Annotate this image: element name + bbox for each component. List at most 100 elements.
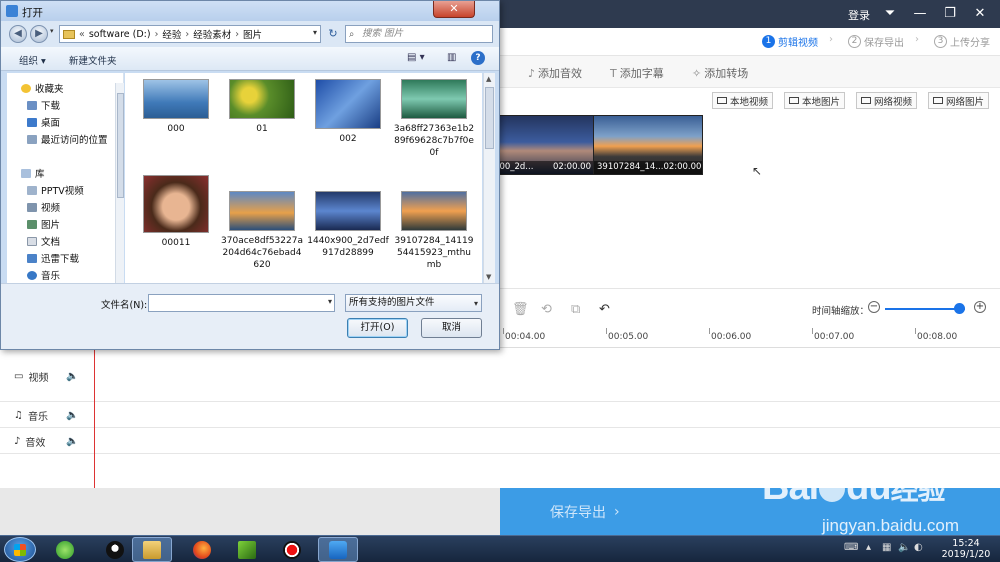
- recent-dropdown-icon[interactable]: ▾: [50, 27, 54, 35]
- navigation-scrollbar[interactable]: [115, 83, 124, 283]
- taskbar-app[interactable]: [182, 537, 222, 562]
- open-button[interactable]: 打开(O): [347, 318, 408, 338]
- chevron-down-icon[interactable]: ▾: [328, 297, 332, 306]
- media-thumb[interactable]: x900_2d... 02:00.00: [485, 115, 595, 175]
- breadcrumb-item[interactable]: software (D:): [89, 29, 151, 40]
- scrollbar-thumb[interactable]: [117, 93, 124, 198]
- undo-icon[interactable]: ↶: [599, 302, 610, 317]
- sound-effect-track[interactable]: ♪ 音效 🔈: [0, 428, 1000, 454]
- qq-icon: [106, 540, 124, 559]
- refresh-icon[interactable]: ↻: [323, 25, 343, 43]
- zoom-out-icon[interactable]: −: [868, 301, 880, 313]
- file-item[interactable]: 002: [303, 79, 393, 145]
- search-input[interactable]: ⌕ 搜索 图片: [345, 25, 493, 43]
- keyboard-icon[interactable]: ⌨: [844, 542, 858, 553]
- browser-green-icon: [56, 540, 74, 559]
- chevron-down-icon[interactable]: ▾: [313, 28, 317, 37]
- add-sound-effect-button[interactable]: ♪ 添加音效: [528, 65, 582, 81]
- menu-icon[interactable]: ⏷: [880, 4, 900, 24]
- ruler-tick: [606, 328, 607, 334]
- maximize-icon[interactable]: ❐: [940, 4, 960, 24]
- tray-app-icon[interactable]: ◐: [914, 542, 923, 553]
- nav-favorites[interactable]: 收藏夹: [21, 81, 64, 95]
- crop-icon[interactable]: ⟲: [541, 302, 552, 317]
- preview-pane-icon[interactable]: ▥: [447, 52, 456, 63]
- minimize-icon[interactable]: —: [910, 4, 930, 24]
- nav-item-videos[interactable]: 视频: [27, 200, 60, 214]
- local-image-button[interactable]: 本地图片: [784, 92, 846, 109]
- nav-libraries[interactable]: 库: [21, 166, 45, 180]
- video-track[interactable]: ▭ 视频 🔈: [0, 348, 1000, 402]
- file-item[interactable]: 1440x900_2d7edf917d28899: [303, 191, 393, 259]
- file-item[interactable]: 370ace8df53227a204d64c76ebad4620: [217, 191, 307, 271]
- speaker-icon[interactable]: 🔈: [66, 436, 78, 447]
- scrollbar-thumb[interactable]: [485, 87, 494, 149]
- taskbar-app[interactable]: [45, 537, 85, 562]
- nav-item-desktop[interactable]: 桌面: [27, 115, 60, 129]
- add-transition-button[interactable]: ✧ 添加转场: [692, 65, 748, 81]
- forward-icon[interactable]: ▶: [30, 25, 48, 43]
- nav-item-thunder[interactable]: 迅雷下载: [27, 251, 79, 265]
- step-upload-share[interactable]: 3 上传分享: [934, 34, 990, 49]
- speaker-icon[interactable]: 🔈: [66, 410, 78, 421]
- nav-item-pptv[interactable]: PPTV视频: [27, 183, 84, 197]
- dialog-footer: 文件名(N): ▾ 所有支持的图片文件 ▾ 打开(O) 取消: [1, 283, 499, 349]
- delete-icon[interactable]: 🗑: [512, 302, 529, 317]
- nav-item-documents[interactable]: 文档: [27, 234, 60, 248]
- scroll-up-icon[interactable]: ▲: [486, 75, 491, 83]
- add-subtitle-button[interactable]: T 添加字幕: [610, 65, 664, 81]
- close-icon[interactable]: ✕: [970, 4, 990, 24]
- file-item[interactable]: 3a68ff27363e1b289f69628c7b7f0e0f: [389, 79, 479, 159]
- volume-icon[interactable]: 🔈: [898, 542, 910, 553]
- view-options-icon[interactable]: ▤ ▾: [407, 52, 425, 63]
- new-folder-button[interactable]: 新建文件夹: [69, 53, 117, 67]
- network-icon[interactable]: ▦: [882, 542, 891, 553]
- back-icon[interactable]: ◀: [9, 25, 27, 43]
- media-thumb[interactable]: 39107284_14... 02:00.00: [593, 115, 703, 175]
- taskbar-app[interactable]: [227, 537, 267, 562]
- nav-item-recent[interactable]: 最近访问的位置: [27, 132, 108, 146]
- taskbar-app[interactable]: [272, 537, 312, 562]
- filename-input[interactable]: ▾: [148, 294, 335, 312]
- zoom-in-icon[interactable]: +: [974, 301, 986, 313]
- online-video-button[interactable]: 网络视频: [856, 92, 918, 109]
- breadcrumb-item[interactable]: 经验: [162, 27, 181, 41]
- local-video-button[interactable]: 本地视频: [712, 92, 774, 109]
- close-button[interactable]: ✕: [433, 1, 475, 18]
- speaker-icon[interactable]: 🔈: [66, 371, 78, 382]
- breadcrumb-item[interactable]: 图片: [243, 27, 262, 41]
- breadcrumb-item[interactable]: 经验素材: [193, 27, 231, 41]
- step-save-export[interactable]: 2 保存导出: [848, 34, 904, 49]
- scroll-down-icon[interactable]: ▼: [486, 273, 491, 281]
- tray-arrow-icon[interactable]: ▴: [866, 542, 871, 553]
- taskbar-app[interactable]: [95, 537, 135, 562]
- step-edit-video[interactable]: 1 剪辑视频: [762, 34, 818, 49]
- clock[interactable]: 15:24 2019/1/20: [935, 538, 997, 560]
- dialog-titlebar[interactable]: 打开 ✕: [1, 1, 499, 21]
- video-icon: [861, 97, 871, 104]
- folder-icon: [63, 29, 75, 39]
- login-link[interactable]: 登录: [848, 7, 870, 23]
- online-image-button[interactable]: 网络图片: [928, 92, 990, 109]
- timeline-playhead[interactable]: [94, 348, 95, 488]
- file-item[interactable]: 000: [131, 79, 221, 135]
- file-item[interactable]: 01: [217, 79, 307, 135]
- filetype-select[interactable]: 所有支持的图片文件 ▾: [345, 294, 482, 312]
- nav-item-downloads[interactable]: 下载: [27, 98, 60, 112]
- file-item[interactable]: 00011: [131, 175, 221, 249]
- zoom-slider-handle[interactable]: [953, 303, 965, 314]
- help-icon[interactable]: ?: [471, 51, 485, 65]
- file-item[interactable]: 39107284_1411954415923_mthumb: [389, 191, 479, 271]
- organize-menu[interactable]: 组织 ▾: [19, 53, 46, 67]
- music-track[interactable]: ♫ 音乐 🔈: [0, 402, 1000, 428]
- cancel-button[interactable]: 取消: [421, 318, 482, 338]
- taskbar-app[interactable]: [318, 537, 358, 562]
- file-list-scrollbar[interactable]: ▲ ▼: [483, 73, 495, 283]
- chevron-right-icon: ›: [915, 34, 919, 45]
- taskbar-app[interactable]: [132, 537, 172, 562]
- copy-icon[interactable]: ⧉: [571, 302, 580, 317]
- nav-item-pictures[interactable]: 图片: [27, 217, 60, 231]
- address-bar[interactable]: « software (D:) › 经验 › 经验素材 › 图片 ▾: [59, 25, 321, 43]
- nav-item-music[interactable]: 音乐: [27, 268, 60, 282]
- start-button[interactable]: [4, 537, 36, 562]
